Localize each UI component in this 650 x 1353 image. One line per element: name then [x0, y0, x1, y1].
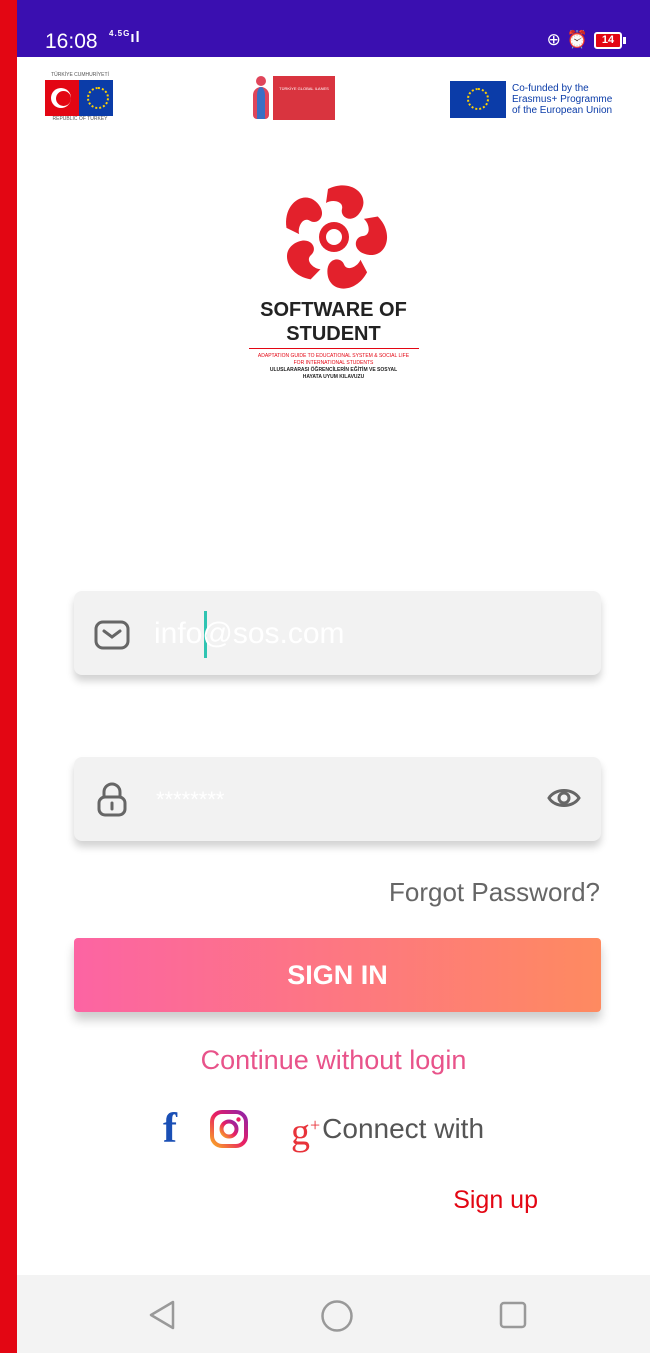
- password-field[interactable]: [74, 757, 601, 841]
- continue-without-login-link[interactable]: Continue without login: [17, 1045, 650, 1076]
- turkey-ministry-logo: TÜRKİYE CUMHURİYETİ REPUBLIC OF TURKEY: [45, 72, 115, 122]
- eu-flag-icon: [450, 80, 506, 118]
- brand-subtitle-turkish: ULUSLARARASI ÖĞRENCİLERİN EĞİTİM VE SOSY…: [269, 367, 398, 380]
- lock-rotation-icon: ⊕: [546, 30, 561, 49]
- brand-divider: [248, 348, 419, 349]
- turkey-eu-flag: [45, 80, 113, 116]
- home-icon[interactable]: [320, 1299, 354, 1333]
- google-plus-icon[interactable]: g+: [291, 1102, 320, 1156]
- facebook-icon[interactable]: f: [163, 1106, 177, 1152]
- sign-in-button[interactable]: SIGN IN: [74, 938, 601, 1012]
- alarm-icon: ⏰: [566, 30, 588, 49]
- instagram-icon[interactable]: [209, 1109, 249, 1149]
- sos-emblem-icon: [285, 185, 387, 289]
- battery-tip: [623, 36, 626, 44]
- tg-logo-text: TÜRKİYE GLOBAL ILANES: [273, 76, 335, 120]
- back-icon[interactable]: [147, 1299, 177, 1331]
- signal-icon: 4.5Gıl: [109, 29, 141, 46]
- brand-subtitle-english: ADAPTATION GUIDE TO EDUCATIONAL SYSTEM &…: [257, 353, 410, 366]
- recents-icon[interactable]: [499, 1301, 527, 1329]
- email-field[interactable]: [74, 591, 601, 675]
- android-nav-bar: [17, 1275, 650, 1353]
- turkiye-global-logo: TÜRKİYE GLOBAL ILANES: [249, 76, 335, 120]
- erasmus-text: Co-funded by the Erasmus+ Programme of t…: [512, 82, 613, 116]
- partner-logos: TÜRKİYE CUMHURİYETİ REPUBLIC OF TURKEY T…: [17, 70, 650, 140]
- app-brand: SOFTWARE OF STUDENT ADAPTATION GUIDE TO …: [17, 182, 650, 381]
- status-icons: ⊕ ⏰ 14: [547, 30, 626, 50]
- connect-with-label: Connect with: [322, 1113, 485, 1144]
- forgot-password-link[interactable]: Forgot Password?: [389, 877, 600, 908]
- brand-title-line2: STUDENT: [286, 323, 381, 345]
- show-password-eye-icon[interactable]: [547, 784, 581, 812]
- lock-icon: [97, 782, 127, 817]
- status-time: 16:08: [45, 30, 98, 53]
- turkey-logo-bottom-text: REPUBLIC OF TURKEY: [52, 116, 108, 122]
- password-input[interactable]: [154, 775, 538, 825]
- battery-icon: 14: [594, 31, 622, 49]
- email-input[interactable]: [152, 609, 536, 659]
- sign-up-link[interactable]: Sign up: [453, 1186, 538, 1215]
- app-screen: 16:08 4.5Gıl ⊕ ⏰ 14 TÜRKİYE CUMHURİYETİ …: [17, 0, 650, 1353]
- brand-title-line1: SOFTWARE OF: [260, 299, 407, 321]
- erasmus-logo: Co-funded by the Erasmus+ Programme of t…: [450, 80, 630, 118]
- social-login-row: f g+ Connect with: [163, 1106, 485, 1154]
- mail-icon: [94, 620, 130, 650]
- status-bar: 16:08 4.5Gıl ⊕ ⏰ 14: [17, 0, 650, 57]
- turkey-logo-top-text: TÜRKİYE CUMHURİYETİ: [51, 72, 109, 78]
